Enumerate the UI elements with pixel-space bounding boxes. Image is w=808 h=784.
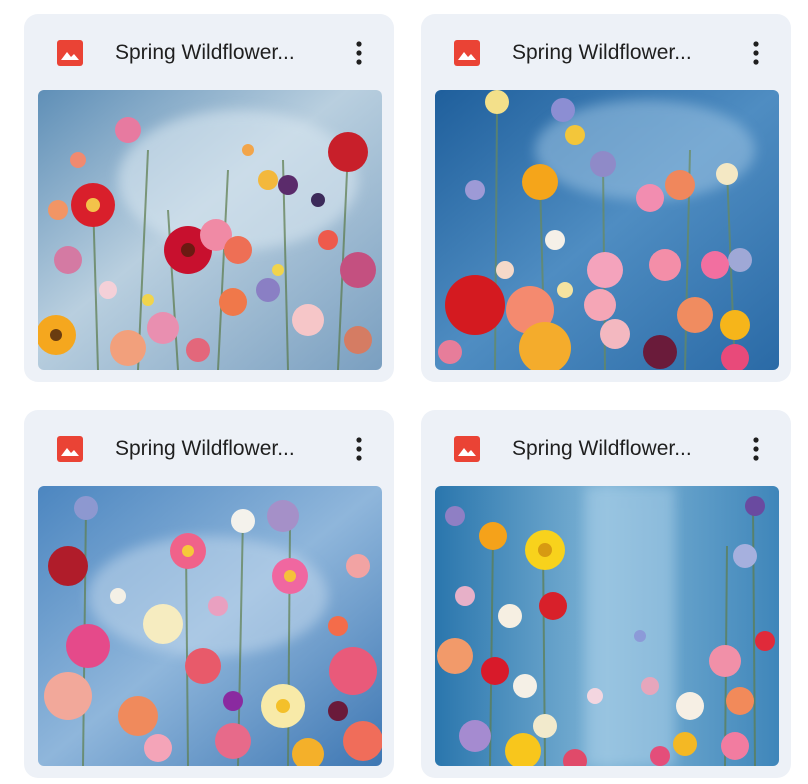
file-title[interactable]: Spring Wildflower... <box>512 38 724 68</box>
image-file-icon <box>454 436 480 462</box>
file-card[interactable]: Spring Wildflower... <box>421 14 791 382</box>
more-options-button[interactable] <box>344 36 374 70</box>
file-card-header: Spring Wildflower... <box>421 410 791 486</box>
more-options-button[interactable] <box>741 36 771 70</box>
file-card-header: Spring Wildflower... <box>421 14 791 90</box>
file-card[interactable]: Spring Wildflower... <box>24 410 394 778</box>
image-file-icon <box>57 436 83 462</box>
file-card-header: Spring Wildflower... <box>24 410 394 486</box>
file-card[interactable]: Spring Wildflower... <box>24 14 394 382</box>
image-file-icon <box>454 40 480 66</box>
file-title[interactable]: Spring Wildflower... <box>115 434 327 464</box>
file-title[interactable]: Spring Wildflower... <box>512 434 724 464</box>
image-file-icon <box>57 40 83 66</box>
file-card[interactable]: Spring Wildflower... <box>421 410 791 778</box>
wildflower-thumbnail-1[interactable] <box>38 90 382 370</box>
wildflower-thumbnail-2[interactable] <box>435 90 779 370</box>
more-vert-icon <box>753 41 759 65</box>
more-vert-icon <box>356 437 362 461</box>
more-options-button[interactable] <box>344 432 374 466</box>
more-options-button[interactable] <box>741 432 771 466</box>
wildflower-thumbnail-4[interactable] <box>435 486 779 766</box>
file-title[interactable]: Spring Wildflower... <box>115 38 327 68</box>
more-vert-icon <box>753 437 759 461</box>
wildflower-thumbnail-3[interactable] <box>38 486 382 766</box>
file-card-header: Spring Wildflower... <box>24 14 394 90</box>
more-vert-icon <box>356 41 362 65</box>
